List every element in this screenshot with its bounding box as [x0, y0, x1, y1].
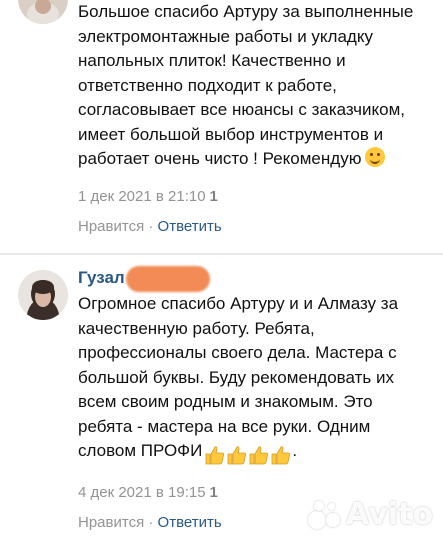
action-separator: · [144, 218, 158, 235]
comment-text-line: профессионалы своего дела. Мастера с [78, 343, 397, 362]
comment-text-line: всем своим родным и знакомым. Это [78, 392, 373, 411]
watermark-text: Avito [346, 497, 433, 532]
comment-text-line: ребята - мастера на все руки. Одним [78, 416, 371, 436]
comment-text-line: ответственно подходит к работе, [78, 75, 337, 95]
comment-text-line: напольных плиток! Качественно и [78, 51, 346, 70]
comment-text-line: работает очень чисто ! Рекомендую [78, 149, 362, 168]
comment-text-line: имеет большой выбор инструментов и [78, 124, 384, 144]
comment-text-line: Большое спасибо Артуру за выполненные [78, 2, 414, 21]
comment-text-line-last: работает очень чисто ! Рекомендую [78, 147, 428, 172]
like-count: 1 [209, 188, 218, 205]
author-name[interactable]: Гузал [78, 268, 125, 288]
comment-divider [0, 253, 443, 255]
avatar[interactable] [18, 0, 68, 24]
comment-text-line: качественную работу. Ребята, [78, 318, 315, 338]
thumbs-up-icon [249, 445, 269, 464]
thumbs-up-icon [271, 445, 291, 464]
avatar[interactable] [18, 270, 68, 320]
trailing-period: . [292, 441, 298, 460]
reply-button[interactable]: Ответить [158, 218, 222, 235]
comment-actions: Нравится · Ответить [78, 514, 222, 531]
like-count: 1 [209, 484, 218, 501]
comment-meta: 4 дек 2021 в 19:15 1 [78, 484, 218, 501]
comment-text-line: большой буквы. Буду рекомендовать их [78, 367, 394, 387]
comment-actions: Нравится · Ответить [78, 218, 222, 235]
comment-text-line: Огромное спасибо Артуру и и Алмазу за [78, 294, 399, 313]
comment-text-line-last: словом ПРОФИ. [78, 439, 428, 467]
smiling-face-icon [365, 147, 386, 167]
comment-meta: 1 дек 2021 в 21:10 1 [78, 188, 218, 205]
comment-1: Большое спасибо Артуру за выполненные эл… [0, 0, 443, 252]
avito-watermark: Avito [306, 497, 433, 532]
redaction-mark [126, 266, 210, 292]
comment-text-line: согласовывает все нюансы с заказчиком, [78, 100, 406, 119]
thumbs-up-icon [205, 445, 225, 464]
reply-button[interactable]: Ответить [158, 514, 222, 531]
comment-text: Огромное спасибо Артуру и и Алмазу за ка… [78, 292, 428, 467]
like-button[interactable]: Нравится [78, 218, 144, 235]
avito-logo-icon [306, 499, 342, 531]
thumbs-up-emoji-group [204, 442, 292, 467]
action-separator: · [144, 514, 158, 531]
like-button[interactable]: Нравится [78, 514, 144, 531]
comment-text-line: электромонтажные работы и укладку [78, 26, 373, 46]
comment-text: Большое спасибо Артуру за выполненные эл… [78, 0, 428, 172]
comment-date[interactable]: 1 дек 2021 в 21:10 [78, 188, 206, 205]
thumbs-up-icon [227, 445, 247, 464]
comment-date[interactable]: 4 дек 2021 в 19:15 [78, 484, 206, 501]
comment-text-line: словом ПРОФИ [78, 441, 203, 460]
